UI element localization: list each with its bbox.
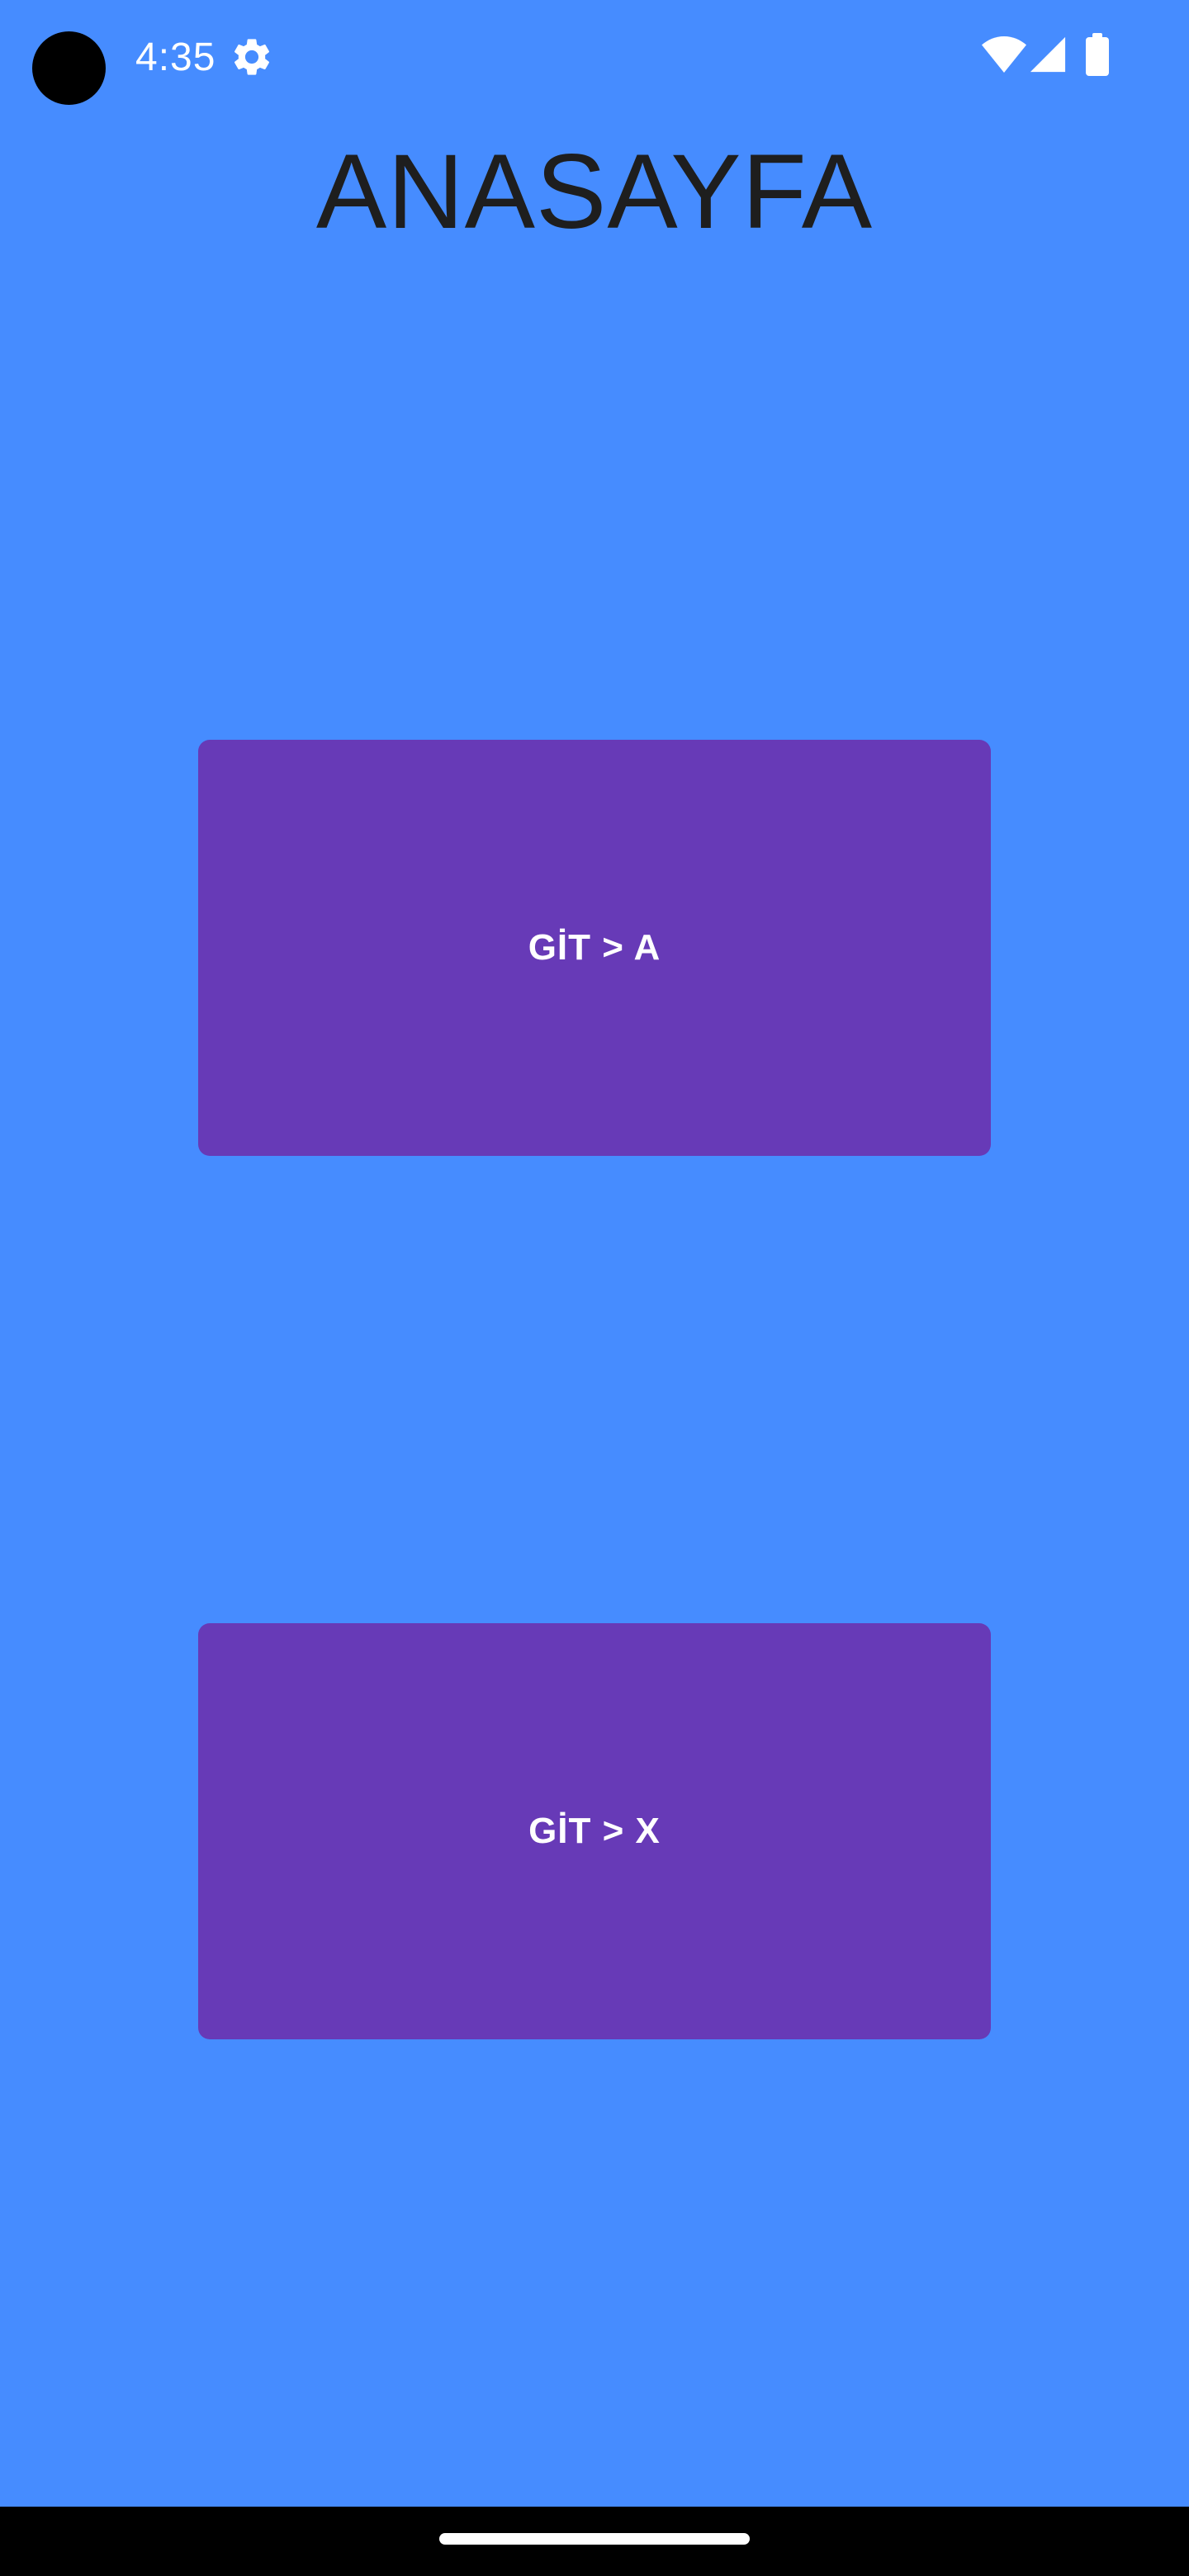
settings-icon — [234, 39, 270, 75]
go-to-x-button[interactable]: GİT > X — [198, 1623, 991, 2039]
navigation-bar — [0, 2507, 1189, 2576]
wifi-icon — [982, 36, 1026, 73]
go-to-x-label: GİT > X — [528, 1811, 661, 1851]
go-to-a-button[interactable]: GİT > A — [198, 740, 991, 1156]
go-to-a-label: GİT > A — [528, 927, 661, 968]
camera-cutout — [32, 31, 106, 105]
page-title: ANASAYFA — [315, 133, 874, 251]
status-bar: 4:35 — [0, 0, 1189, 116]
home-handle[interactable] — [439, 2533, 750, 2545]
battery-icon — [1086, 33, 1109, 76]
signal-icon — [1030, 36, 1066, 73]
status-time: 4:35 — [135, 36, 216, 79]
